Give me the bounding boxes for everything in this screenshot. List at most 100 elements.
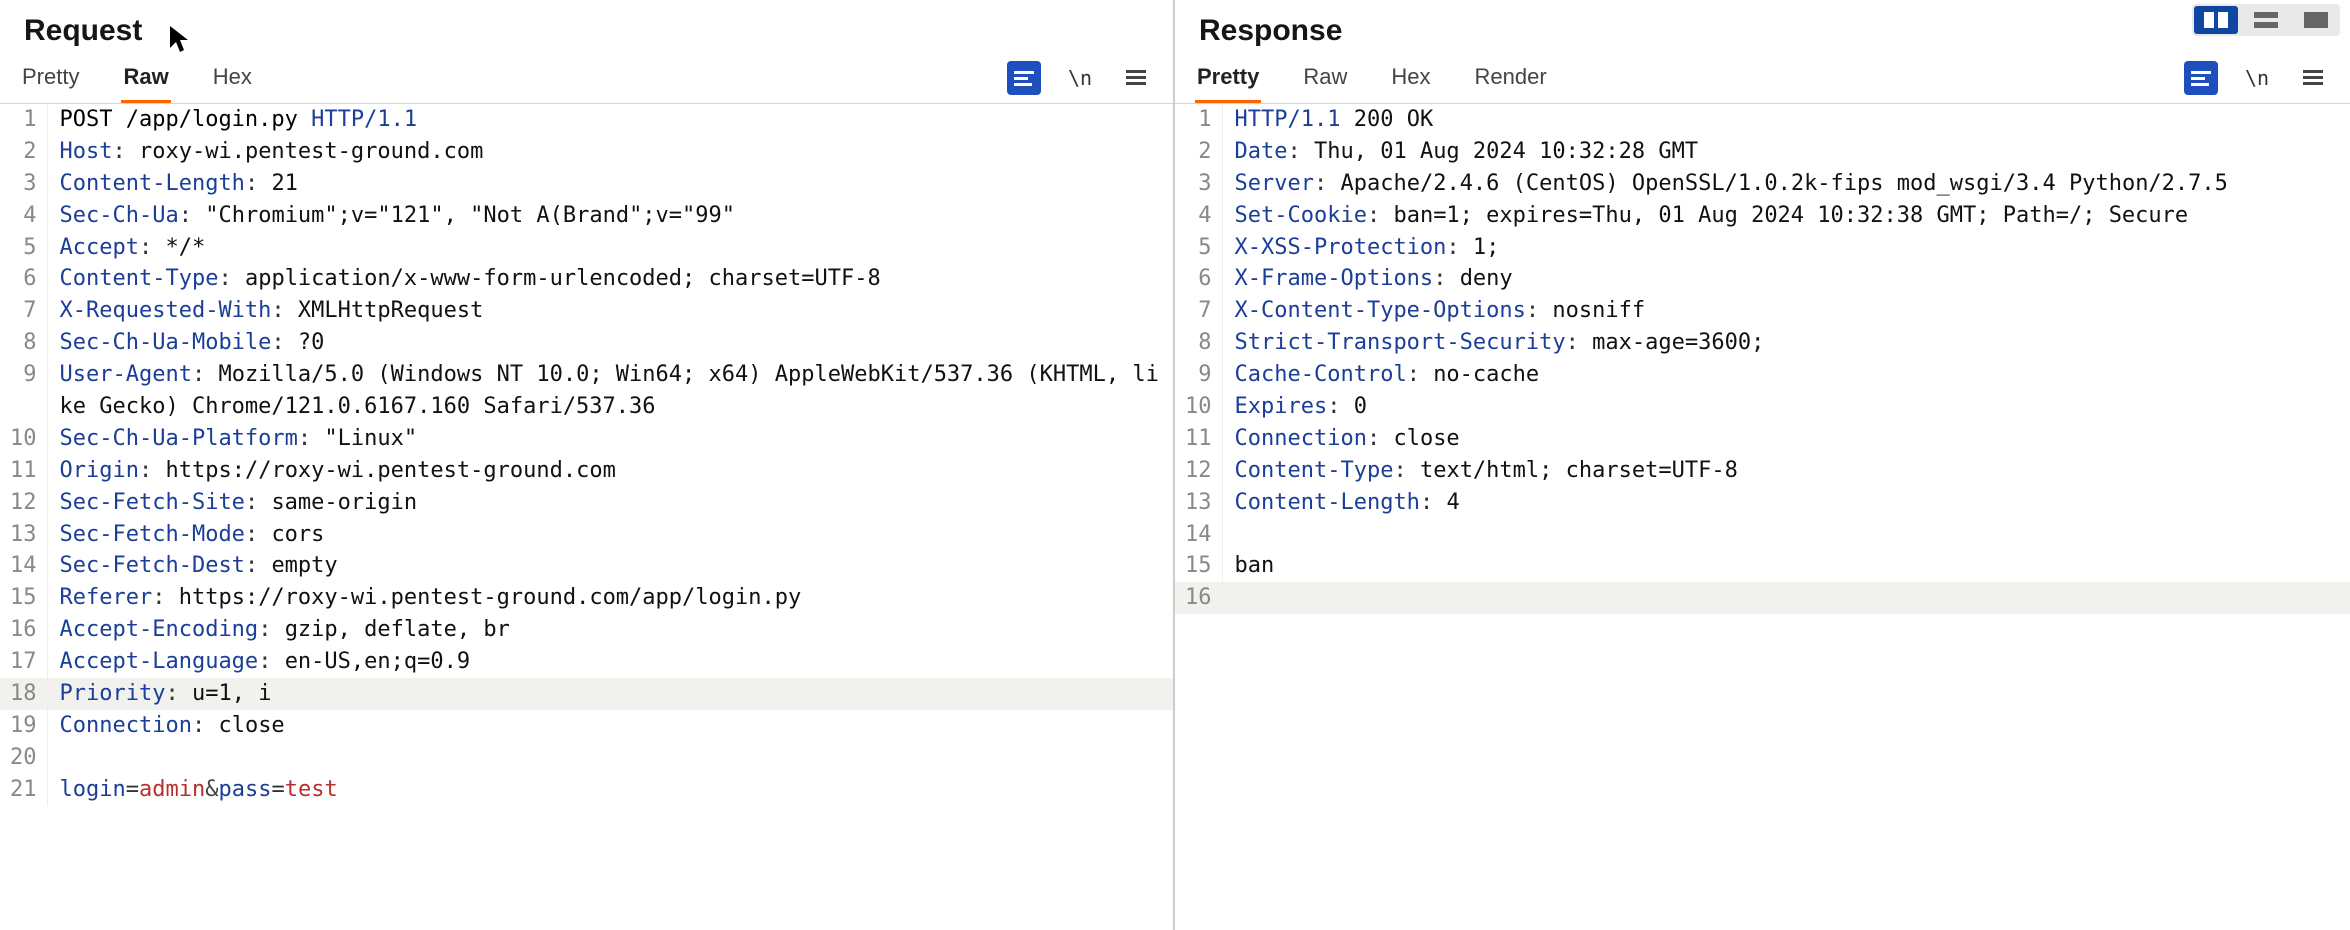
code-line[interactable]: 4Set-Cookie: ban=1; expires=Thu, 01 Aug … [1175, 200, 2350, 232]
code-line[interactable]: 13Content-Length: 4 [1175, 487, 2350, 519]
line-content[interactable]: X-Content-Type-Options: nosniff [1222, 295, 2350, 327]
tab-pretty[interactable]: Pretty [20, 58, 81, 103]
code-line[interactable]: 2Date: Thu, 01 Aug 2024 10:32:28 GMT [1175, 136, 2350, 168]
line-content[interactable]: HTTP/1.1 200 OK [1222, 104, 2350, 136]
line-content[interactable]: Sec-Fetch-Dest: empty [47, 550, 1173, 582]
wrap-icon[interactable]: \n [2240, 61, 2274, 95]
code-line[interactable]: 12Content-Type: text/html; charset=UTF-8 [1175, 455, 2350, 487]
line-content[interactable]: POST /app/login.py HTTP/1.1 [47, 104, 1173, 136]
code-line[interactable]: 9Cache-Control: no-cache [1175, 359, 2350, 391]
line-number: 7 [0, 295, 47, 327]
line-content[interactable]: ban [1222, 550, 2350, 582]
code-line[interactable]: 11Origin: https://roxy-wi.pentest-ground… [0, 455, 1173, 487]
code-line[interactable]: 19Connection: close [0, 710, 1173, 742]
line-content[interactable]: login=admin&pass=test [47, 774, 1173, 806]
beautify-icon[interactable] [1007, 61, 1041, 95]
line-content[interactable]: Date: Thu, 01 Aug 2024 10:32:28 GMT [1222, 136, 2350, 168]
tab-pretty[interactable]: Pretty [1195, 58, 1261, 103]
code-line[interactable]: 16Accept-Encoding: gzip, deflate, br [0, 614, 1173, 646]
line-content[interactable]: Accept-Encoding: gzip, deflate, br [47, 614, 1173, 646]
line-content[interactable]: User-Agent: Mozilla/5.0 (Windows NT 10.0… [47, 359, 1173, 423]
tab-hex[interactable]: Hex [211, 58, 254, 103]
line-number: 3 [0, 168, 47, 200]
code-line[interactable]: 18Priority: u=1, i [0, 678, 1173, 710]
code-line[interactable]: 10Expires: 0 [1175, 391, 2350, 423]
line-content[interactable]: Expires: 0 [1222, 391, 2350, 423]
line-content[interactable]: Set-Cookie: ban=1; expires=Thu, 01 Aug 2… [1222, 200, 2350, 232]
line-content[interactable]: Cache-Control: no-cache [1222, 359, 2350, 391]
line-number: 6 [0, 263, 47, 295]
line-content[interactable]: Sec-Fetch-Mode: cors [47, 519, 1173, 551]
line-content[interactable]: Sec-Ch-Ua-Platform: "Linux" [47, 423, 1173, 455]
code-line[interactable]: 10Sec-Ch-Ua-Platform: "Linux" [0, 423, 1173, 455]
line-content[interactable]: X-XSS-Protection: 1; [1222, 232, 2350, 264]
code-line[interactable]: 1HTTP/1.1 200 OK [1175, 104, 2350, 136]
code-line[interactable]: 4Sec-Ch-Ua: "Chromium";v="121", "Not A(B… [0, 200, 1173, 232]
code-line[interactable]: 8Sec-Ch-Ua-Mobile: ?0 [0, 327, 1173, 359]
code-line[interactable]: 6X-Frame-Options: deny [1175, 263, 2350, 295]
code-line[interactable]: 15ban [1175, 550, 2350, 582]
code-line[interactable]: 17Accept-Language: en-US,en;q=0.9 [0, 646, 1173, 678]
line-content[interactable]: Content-Length: 21 [47, 168, 1173, 200]
menu-icon[interactable] [1119, 61, 1153, 95]
code-line[interactable]: 3Content-Length: 21 [0, 168, 1173, 200]
line-number: 16 [0, 614, 47, 646]
code-line[interactable]: 3Server: Apache/2.4.6 (CentOS) OpenSSL/1… [1175, 168, 2350, 200]
code-line[interactable]: 14 [1175, 519, 2350, 551]
layout-single-button[interactable] [2294, 6, 2338, 34]
code-line[interactable]: 21login=admin&pass=test [0, 774, 1173, 806]
tab-raw[interactable]: Raw [1301, 58, 1349, 103]
line-content[interactable] [1222, 582, 2350, 614]
code-line[interactable]: 8Strict-Transport-Security: max-age=3600… [1175, 327, 2350, 359]
code-line[interactable]: 20 [0, 742, 1173, 774]
wrap-icon[interactable]: \n [1063, 61, 1097, 95]
code-line[interactable]: 1POST /app/login.py HTTP/1.1 [0, 104, 1173, 136]
line-content[interactable]: Origin: https://roxy-wi.pentest-ground.c… [47, 455, 1173, 487]
code-line[interactable]: 2Host: roxy-wi.pentest-ground.com [0, 136, 1173, 168]
code-line[interactable]: 15Referer: https://roxy-wi.pentest-groun… [0, 582, 1173, 614]
line-content[interactable]: Sec-Ch-Ua-Mobile: ?0 [47, 327, 1173, 359]
line-content[interactable]: Referer: https://roxy-wi.pentest-ground.… [47, 582, 1173, 614]
code-line[interactable]: 12Sec-Fetch-Site: same-origin [0, 487, 1173, 519]
code-line[interactable]: 7X-Requested-With: XMLHttpRequest [0, 295, 1173, 327]
line-content[interactable]: Accept: */* [47, 232, 1173, 264]
layout-columns-button[interactable] [2194, 6, 2238, 34]
line-number: 9 [1175, 359, 1222, 391]
code-line[interactable]: 14Sec-Fetch-Dest: empty [0, 550, 1173, 582]
code-line[interactable]: 6Content-Type: application/x-www-form-ur… [0, 263, 1173, 295]
line-content[interactable]: Content-Type: text/html; charset=UTF-8 [1222, 455, 2350, 487]
response-editor[interactable]: 1HTTP/1.1 200 OK2Date: Thu, 01 Aug 2024 … [1175, 104, 2350, 930]
code-line[interactable]: 13Sec-Fetch-Mode: cors [0, 519, 1173, 551]
code-line[interactable]: 16 [1175, 582, 2350, 614]
line-content[interactable] [47, 742, 1173, 774]
response-tabs: Pretty Raw Hex Render [1195, 58, 1549, 103]
line-content[interactable]: Priority: u=1, i [47, 678, 1173, 710]
layout-stacked-button[interactable] [2244, 6, 2288, 34]
code-line[interactable]: 9User-Agent: Mozilla/5.0 (Windows NT 10.… [0, 359, 1173, 423]
code-line[interactable]: 7X-Content-Type-Options: nosniff [1175, 295, 2350, 327]
tab-raw[interactable]: Raw [121, 58, 170, 103]
code-line[interactable]: 11Connection: close [1175, 423, 2350, 455]
line-number: 17 [0, 646, 47, 678]
line-content[interactable]: Accept-Language: en-US,en;q=0.9 [47, 646, 1173, 678]
line-content[interactable]: Server: Apache/2.4.6 (CentOS) OpenSSL/1.… [1222, 168, 2350, 200]
code-line[interactable]: 5X-XSS-Protection: 1; [1175, 232, 2350, 264]
tab-render[interactable]: Render [1473, 58, 1549, 103]
line-number: 1 [0, 104, 47, 136]
tab-hex[interactable]: Hex [1389, 58, 1432, 103]
request-editor[interactable]: 1POST /app/login.py HTTP/1.12Host: roxy-… [0, 104, 1173, 930]
line-content[interactable]: Host: roxy-wi.pentest-ground.com [47, 136, 1173, 168]
line-content[interactable]: Sec-Ch-Ua: "Chromium";v="121", "Not A(Br… [47, 200, 1173, 232]
line-content[interactable]: Sec-Fetch-Site: same-origin [47, 487, 1173, 519]
line-content[interactable]: X-Requested-With: XMLHttpRequest [47, 295, 1173, 327]
line-content[interactable]: Connection: close [1222, 423, 2350, 455]
menu-icon[interactable] [2296, 61, 2330, 95]
line-content[interactable]: Connection: close [47, 710, 1173, 742]
line-content[interactable] [1222, 519, 2350, 551]
beautify-icon[interactable] [2184, 61, 2218, 95]
line-content[interactable]: Content-Type: application/x-www-form-url… [47, 263, 1173, 295]
line-content[interactable]: Content-Length: 4 [1222, 487, 2350, 519]
line-content[interactable]: X-Frame-Options: deny [1222, 263, 2350, 295]
line-content[interactable]: Strict-Transport-Security: max-age=3600; [1222, 327, 2350, 359]
code-line[interactable]: 5Accept: */* [0, 232, 1173, 264]
